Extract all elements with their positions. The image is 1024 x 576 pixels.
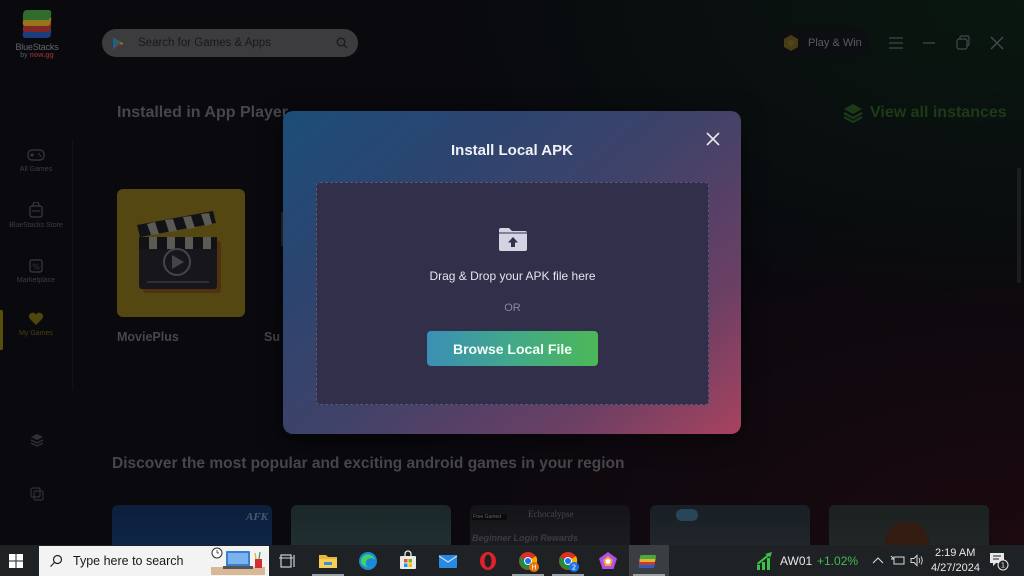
taskbar-search-box[interactable]: Type here to search xyxy=(39,546,269,576)
game-thumbnail[interactable] xyxy=(650,505,810,545)
svg-text:H: H xyxy=(531,564,536,572)
heart-icon xyxy=(28,312,44,325)
volume-icon[interactable] xyxy=(910,554,924,567)
installed-section-title: Installed in App Player xyxy=(117,104,289,121)
search-bar[interactable]: Search for Games & Apps xyxy=(102,29,358,57)
store-bag-icon xyxy=(29,202,43,218)
game-thumb-caption: Echocalypse xyxy=(528,509,574,519)
bluestacks-logo-icon xyxy=(21,10,53,40)
sidebar-item-label: Marketplace xyxy=(16,277,56,284)
search-highlight-illustration-icon xyxy=(211,547,265,575)
file-explorer-icon[interactable] xyxy=(316,549,340,573)
menu-icon[interactable] xyxy=(887,34,905,52)
stack-icon xyxy=(843,104,863,124)
windows-start-icon[interactable] xyxy=(8,553,24,569)
opera-browser-icon[interactable] xyxy=(476,549,500,573)
app-name: MoviePlus xyxy=(117,330,179,344)
close-icon[interactable] xyxy=(705,131,721,147)
browse-local-file-button[interactable]: Browse Local File xyxy=(427,331,598,366)
search-icon[interactable] xyxy=(336,37,348,49)
scrollbar[interactable] xyxy=(1017,168,1021,283)
stock-chart-icon[interactable] xyxy=(755,551,775,571)
pentagon-app-icon[interactable] xyxy=(596,549,620,573)
play-and-win-button[interactable]: Play & Win xyxy=(776,29,870,57)
game-thumb-caption: AFK xyxy=(245,511,268,523)
game-thumbnail[interactable]: Free Gamed Echocalypse Beginner Login Re… xyxy=(470,505,630,545)
coin-hexagon-icon xyxy=(784,35,798,51)
mail-icon[interactable] xyxy=(436,549,460,573)
minimize-icon[interactable] xyxy=(920,34,938,52)
sidebar-item-label: BlueStacks Store xyxy=(9,222,63,229)
bluestacks-window: BlueStacks by now.gg Search for Games & … xyxy=(0,0,1024,545)
taskbar-search-input[interactable]: Type here to search xyxy=(73,554,183,568)
or-separator: OR xyxy=(504,302,521,314)
sidebar-item-label: My Games xyxy=(19,330,53,337)
edge-browser-icon[interactable] xyxy=(356,549,380,573)
close-icon[interactable] xyxy=(988,34,1006,52)
google-play-icon xyxy=(113,37,124,49)
play-and-win-label: Play & Win xyxy=(808,37,862,49)
dialog-title: Install Local APK xyxy=(451,142,573,159)
sidebar-item-bluestacks-store[interactable]: BlueStacks Store xyxy=(0,202,72,229)
stock-change: +1.02% xyxy=(817,554,859,568)
install-apk-dialog: Install Local APK Drag & Drop your APK f… xyxy=(283,111,741,434)
multi-instance-icon[interactable] xyxy=(29,486,45,502)
brand-name: BlueStacks xyxy=(15,42,59,52)
discover-section-title: Discover the most popular and exciting a… xyxy=(112,455,625,472)
search-input[interactable]: Search for Games & Apps xyxy=(138,37,336,49)
apk-drop-zone[interactable]: Drag & Drop your APK file here OR Browse… xyxy=(316,182,709,405)
task-view-icon[interactable] xyxy=(276,549,300,573)
sidebar-item-label: All Games xyxy=(19,166,53,173)
game-thumbnail[interactable] xyxy=(291,505,451,545)
game-thumb-subtitle: Beginner Login Rewards xyxy=(472,533,579,543)
sidebar-item-all-games[interactable]: All Games xyxy=(0,148,72,173)
view-all-label: View all instances xyxy=(870,104,1007,121)
drop-instructions: Drag & Drop your APK file here xyxy=(429,269,596,283)
sidebar-item-my-games[interactable]: My Games xyxy=(0,312,72,337)
chrome-profile-2-icon[interactable]: 2 xyxy=(556,549,580,573)
game-thumbnail[interactable] xyxy=(829,505,989,545)
svg-text:1: 1 xyxy=(1001,562,1005,570)
view-all-instances-link[interactable]: View all instances xyxy=(842,102,1007,124)
restore-icon[interactable] xyxy=(954,34,972,52)
search-icon xyxy=(50,554,63,567)
chevron-up-icon[interactable] xyxy=(872,555,884,565)
brand-by: by now.gg xyxy=(20,52,54,59)
sidebar-item-marketplace[interactable]: % Marketplace xyxy=(0,257,72,284)
chrome-profile-h-icon[interactable]: H xyxy=(516,549,540,573)
layers-icon[interactable] xyxy=(29,432,45,448)
sidebar-divider xyxy=(72,140,73,390)
windows-taskbar: Type here to search H 2 AW01 +1.02% 2:19… xyxy=(0,545,1024,576)
svg-text:2: 2 xyxy=(572,564,576,572)
stock-ticker: AW01 xyxy=(780,554,813,568)
clock-time[interactable]: 2:19 AM xyxy=(935,547,975,559)
clapperboard-icon xyxy=(137,211,221,293)
game-thumb-badge: Free Gamed xyxy=(472,514,508,520)
battery-plug-icon[interactable] xyxy=(890,554,906,566)
microsoft-store-icon[interactable] xyxy=(396,549,420,573)
bluestacks-taskbar-icon[interactable] xyxy=(637,549,661,573)
notification-center-icon[interactable]: 1 xyxy=(988,551,1010,571)
app-card-movieplus[interactable] xyxy=(117,189,245,317)
app-name: Su xyxy=(264,330,280,344)
game-thumbnail[interactable]: AFK xyxy=(112,505,272,545)
folder-upload-icon xyxy=(499,228,527,251)
bluestacks-logo[interactable]: BlueStacks by now.gg xyxy=(14,10,60,59)
gamepad-icon xyxy=(27,149,45,161)
svg-text:%: % xyxy=(32,263,40,272)
clock-date[interactable]: 4/27/2024 xyxy=(931,562,980,574)
percent-bag-icon: % xyxy=(29,259,43,273)
